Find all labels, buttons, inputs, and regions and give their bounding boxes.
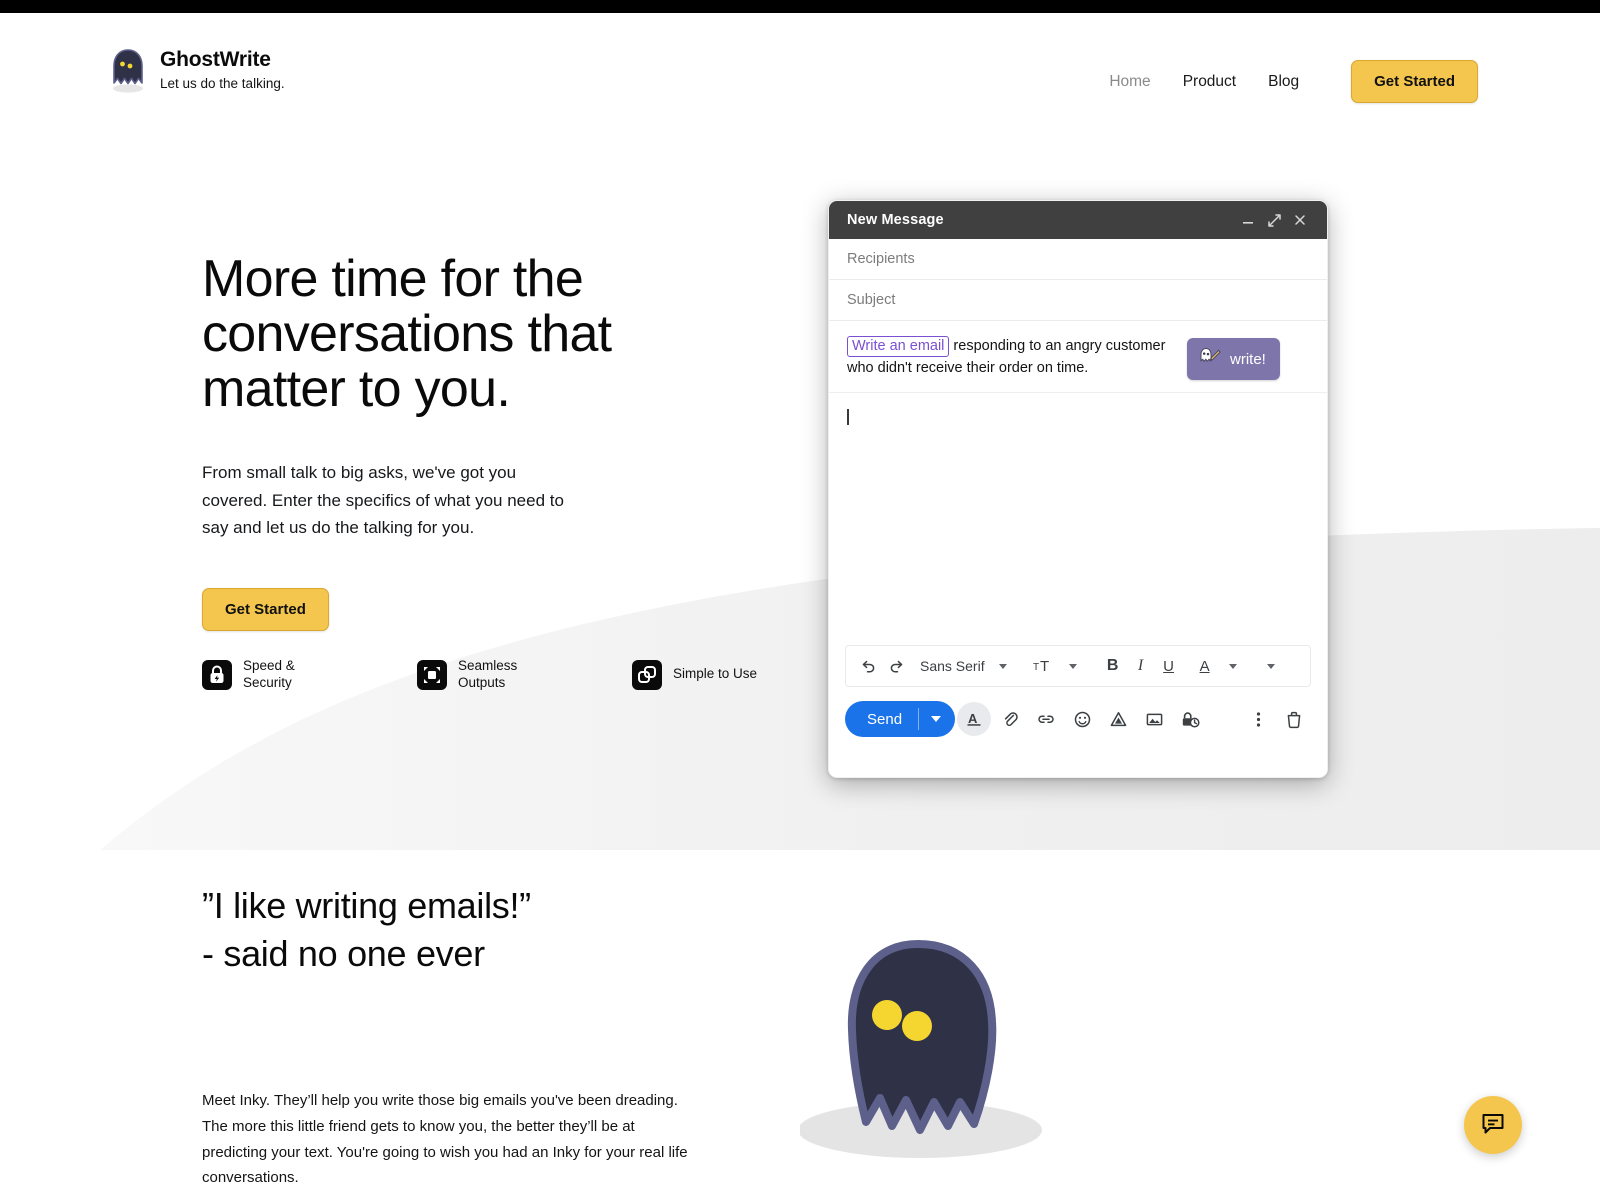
ghost-pencil-icon — [1198, 347, 1222, 371]
send-button[interactable]: Send — [845, 701, 956, 737]
write-button-label: write! — [1230, 350, 1266, 368]
subject-placeholder: Subject — [847, 292, 896, 308]
compose-window-title: New Message — [847, 212, 944, 228]
ghost-mascot — [798, 930, 1050, 1165]
svg-text:A: A — [968, 711, 978, 726]
minimize-icon[interactable] — [1235, 207, 1261, 233]
attach-file-icon[interactable] — [993, 702, 1027, 736]
undo-icon[interactable] — [854, 651, 882, 681]
hero-heading: More time for the conversations that mat… — [202, 250, 612, 419]
hero-get-started-button[interactable]: Get Started — [202, 587, 329, 631]
quote-line-1: ”I like writing emails!” — [202, 885, 531, 926]
hero-section: More time for the conversations that mat… — [202, 250, 702, 631]
nav-get-started-button[interactable]: Get Started — [1351, 60, 1478, 103]
feature-item-speed-security: Speed & Security — [202, 658, 335, 692]
send-button-label: Send — [867, 710, 903, 728]
format-toolbar-wrap: Sans Serif T T B I U A — [829, 645, 1327, 687]
feature-label: Seamless Outputs — [458, 658, 518, 690]
subject-field[interactable]: Subject — [829, 280, 1327, 321]
discard-draft-icon[interactable] — [1277, 702, 1311, 736]
recipients-placeholder: Recipients — [847, 251, 915, 267]
nav-link-home[interactable]: Home — [1093, 74, 1166, 90]
write-button[interactable]: write! — [1187, 338, 1280, 380]
chat-bubble-icon — [1480, 1111, 1506, 1140]
formatting-options-icon[interactable]: A — [957, 702, 992, 736]
italic-button[interactable]: I — [1127, 651, 1155, 681]
text-color-chevron-down-icon[interactable] — [1219, 651, 1247, 681]
ghost-icon — [108, 47, 148, 93]
quote-line-2: - said no one ever — [202, 933, 485, 975]
underline-button[interactable]: U — [1155, 651, 1183, 681]
insert-photo-icon[interactable] — [1137, 702, 1171, 736]
text-size-icon[interactable]: T T — [1029, 651, 1059, 681]
text-cursor — [847, 409, 849, 425]
bold-button[interactable]: B — [1099, 651, 1127, 681]
svg-text:T: T — [1033, 662, 1039, 673]
feature-list: Speed & Security Seamless Outputs Simple… — [202, 658, 765, 692]
message-body-input[interactable] — [829, 393, 1327, 645]
brand-tagline: Let us do the talking. — [160, 76, 285, 92]
prompt-row: Write an email responding to an angry cu… — [829, 321, 1327, 393]
compose-title-bar: New Message — [829, 201, 1327, 239]
section-quote-heading: ”I like writing emails!” - said no one e… — [202, 882, 531, 978]
feature-label: Simple to Use — [673, 666, 758, 682]
more-format-chevron-down-icon[interactable] — [1257, 651, 1285, 681]
feature-item-simple-to-use: Simple to Use — [632, 658, 765, 692]
prompt-text[interactable]: Write an email responding to an angry cu… — [847, 336, 1187, 380]
inky-description: Meet Inky. They’ll help you write those … — [202, 1092, 688, 1187]
brand-name: GhostWrite — [160, 48, 271, 71]
font-family-chevron-down-icon[interactable] — [989, 651, 1017, 681]
hero-paragraph: From small talk to big asks, we've got y… — [202, 463, 564, 538]
chat-support-button[interactable] — [1464, 1096, 1522, 1154]
compose-window: New Message Recipients Subject Write an … — [828, 200, 1328, 778]
site-header: GhostWrite Let us do the talking. Home P… — [0, 13, 1600, 123]
svg-text:T: T — [1040, 658, 1049, 674]
format-toolbar: Sans Serif T T B I U A — [845, 645, 1311, 687]
feature-label: Speed & Security — [243, 658, 295, 690]
text-color-button[interactable]: A — [1191, 651, 1219, 681]
insert-link-icon[interactable] — [1029, 702, 1063, 736]
confidential-mode-icon[interactable] — [1173, 702, 1207, 736]
font-family-select[interactable]: Sans Serif — [910, 658, 989, 674]
insert-emoji-icon[interactable] — [1065, 702, 1099, 736]
brand-logo-group[interactable]: GhostWrite Let us do the talking. — [108, 45, 285, 93]
feature-item-seamless-outputs: Seamless Outputs — [417, 658, 550, 692]
main-navigation: Home Product Blog Get Started — [1093, 60, 1478, 103]
lock-bolt-icon — [202, 659, 232, 690]
prompt-chip[interactable]: Write an email — [847, 336, 950, 358]
send-options-chevron-down-icon[interactable] — [919, 715, 955, 723]
expand-icon[interactable] — [1261, 207, 1287, 233]
expand-frame-icon — [417, 659, 447, 690]
recipients-field[interactable]: Recipients — [829, 239, 1327, 280]
more-options-icon[interactable] — [1241, 702, 1275, 736]
overlapping-squares-icon — [632, 659, 662, 690]
redo-icon[interactable] — [882, 651, 910, 681]
nav-link-product[interactable]: Product — [1167, 74, 1252, 90]
send-action-row: Send A — [829, 687, 1327, 737]
text-size-chevron-down-icon[interactable] — [1059, 651, 1087, 681]
close-icon[interactable] — [1287, 207, 1313, 233]
nav-link-blog[interactable]: Blog — [1252, 74, 1315, 90]
top-black-bar — [0, 0, 1600, 13]
insert-drive-icon[interactable] — [1101, 702, 1135, 736]
